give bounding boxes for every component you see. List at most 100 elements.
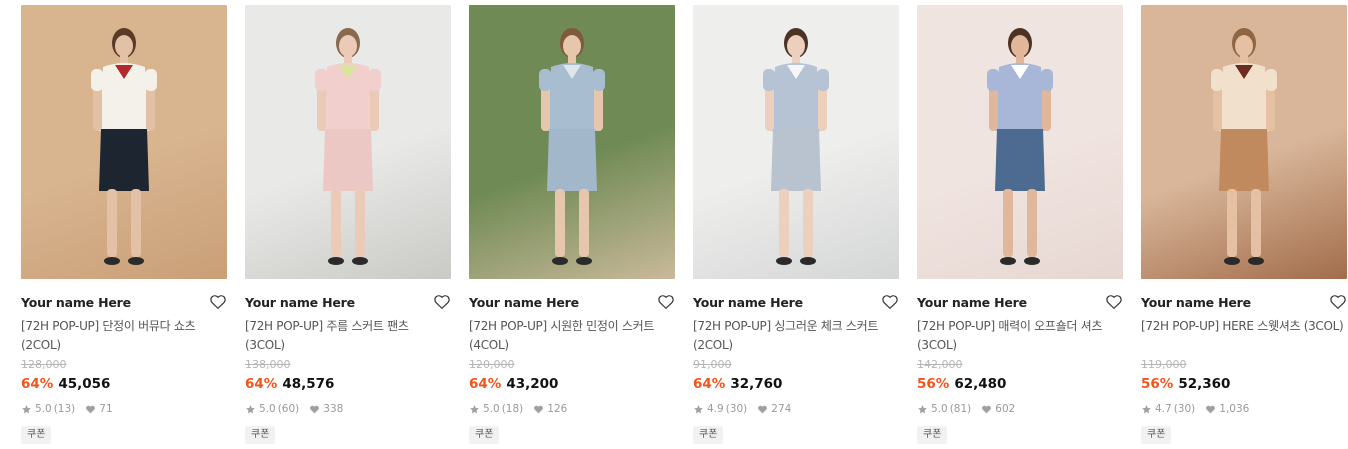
brand-name[interactable]: Your name Here	[917, 295, 1027, 310]
sale-price: 45,056	[58, 376, 111, 392]
rating-score: 4.9	[707, 403, 724, 415]
star-icon	[1142, 404, 1151, 413]
product-title[interactable]: [72H POP-UP] 시원한 민정이 스커트 (4COL)	[469, 317, 675, 355]
brand-row: Your name Here	[469, 293, 675, 313]
product-title[interactable]: [72H POP-UP] 싱그러운 체크 스커트 (2COL)	[693, 317, 899, 355]
brand-row: Your name Here	[917, 293, 1123, 313]
product-meta: 5.0 (18) 126	[469, 402, 675, 416]
review-count: (18)	[501, 403, 524, 415]
like-heart-icon	[534, 405, 544, 413]
brand-row: Your name Here	[1141, 293, 1347, 313]
discount-rate: 56%	[1141, 376, 1174, 392]
price-row: 64% 48,576	[245, 374, 451, 394]
discount-rate: 64%	[693, 376, 726, 392]
brand-row: Your name Here	[21, 293, 227, 313]
discount-rate: 64%	[469, 376, 502, 392]
product-image[interactable]	[693, 5, 899, 279]
original-price: 138,000	[245, 358, 291, 371]
model-illustration	[987, 28, 1053, 265]
product-title[interactable]: [72H POP-UP] 주름 스커트 팬츠 (3COL)	[245, 317, 451, 355]
star-icon	[246, 404, 255, 413]
price-row: 64% 45,056	[21, 374, 227, 394]
like-count: 274	[771, 403, 792, 415]
star-icon	[22, 404, 31, 413]
product-meta: 5.0 (13) 71	[21, 402, 227, 416]
like-heart-icon	[982, 405, 992, 413]
product-card[interactable]: Your name Here [72H POP-UP] 싱그러운 체크 스커트 …	[693, 5, 899, 444]
original-price: 91,000	[693, 358, 732, 371]
review-count: (30)	[725, 403, 748, 415]
review-count: (13)	[53, 403, 76, 415]
like-heart-icon	[758, 405, 768, 413]
brand-name[interactable]: Your name Here	[1141, 295, 1251, 310]
coupon-badge: 쿠폰	[917, 426, 948, 444]
product-meta: 4.7 (30) 1,036	[1141, 402, 1347, 416]
like-heart-icon	[1206, 405, 1216, 413]
rating-score: 5.0	[35, 403, 52, 415]
discount-rate: 56%	[917, 376, 950, 392]
product-card[interactable]: Your name Here [72H POP-UP] 시원한 민정이 스커트 …	[469, 5, 675, 444]
heart-icon[interactable]	[657, 293, 675, 311]
original-price: 142,000	[917, 358, 963, 371]
product-image[interactable]	[245, 5, 451, 279]
star-icon	[470, 404, 479, 413]
like-heart-icon	[86, 405, 96, 413]
product-image[interactable]	[469, 5, 675, 279]
product-grid: Your name Here [72H POP-UP] 단정이 버뮤다 쇼츠 (…	[0, 0, 1348, 449]
discount-rate: 64%	[21, 376, 54, 392]
sale-price: 32,760	[730, 376, 783, 392]
rating-score: 4.7	[1155, 403, 1172, 415]
product-title[interactable]: [72H POP-UP] 단정이 버뮤다 쇼츠 (2COL)	[21, 317, 227, 355]
model-illustration	[763, 28, 829, 265]
sale-price: 48,576	[282, 376, 335, 392]
coupon-badge: 쿠폰	[245, 426, 276, 444]
product-image[interactable]	[21, 5, 227, 279]
coupon-badge: 쿠폰	[693, 426, 724, 444]
model-illustration	[91, 28, 157, 265]
rating-score: 5.0	[259, 403, 276, 415]
heart-icon[interactable]	[1105, 293, 1123, 311]
product-card[interactable]: Your name Here [72H POP-UP] 주름 스커트 팬츠 (3…	[245, 5, 451, 444]
product-meta: 5.0 (81) 602	[917, 402, 1123, 416]
sale-price: 52,360	[1178, 376, 1231, 392]
original-price: 128,000	[21, 358, 67, 371]
star-icon	[918, 404, 927, 413]
product-image[interactable]	[1141, 5, 1347, 279]
review-count: (81)	[949, 403, 972, 415]
like-count: 338	[323, 403, 344, 415]
heart-icon[interactable]	[881, 293, 899, 311]
product-card[interactable]: Your name Here [72H POP-UP] 단정이 버뮤다 쇼츠 (…	[21, 5, 227, 444]
rating-score: 5.0	[931, 403, 948, 415]
heart-icon[interactable]	[1329, 293, 1347, 311]
review-count: (60)	[277, 403, 300, 415]
like-count: 126	[547, 403, 568, 415]
price-row: 56% 62,480	[917, 374, 1123, 394]
model-illustration	[1211, 28, 1277, 265]
product-title[interactable]: [72H POP-UP] HERE 스웻셔츠 (3COL)	[1141, 317, 1347, 355]
discount-rate: 64%	[245, 376, 278, 392]
product-meta: 4.9 (30) 274	[693, 402, 899, 416]
rating-score: 5.0	[483, 403, 500, 415]
model-illustration	[315, 28, 381, 265]
heart-icon[interactable]	[433, 293, 451, 311]
original-price: 120,000	[469, 358, 515, 371]
brand-name[interactable]: Your name Here	[469, 295, 579, 310]
coupon-badge: 쿠폰	[21, 426, 52, 444]
sale-price: 43,200	[506, 376, 559, 392]
brand-row: Your name Here	[693, 293, 899, 313]
coupon-badge: 쿠폰	[469, 426, 500, 444]
like-count: 71	[99, 403, 113, 415]
brand-row: Your name Here	[245, 293, 451, 313]
brand-name[interactable]: Your name Here	[245, 295, 355, 310]
brand-name[interactable]: Your name Here	[693, 295, 803, 310]
product-card[interactable]: Your name Here [72H POP-UP] HERE 스웻셔츠 (3…	[1141, 5, 1347, 444]
product-card[interactable]: Your name Here [72H POP-UP] 매력이 오프숄더 셔츠 …	[917, 5, 1123, 444]
star-icon	[694, 404, 703, 413]
heart-icon[interactable]	[209, 293, 227, 311]
product-title[interactable]: [72H POP-UP] 매력이 오프숄더 셔츠 (3COL)	[917, 317, 1123, 355]
product-meta: 5.0 (60) 338	[245, 402, 451, 416]
brand-name[interactable]: Your name Here	[21, 295, 131, 310]
like-count: 602	[995, 403, 1016, 415]
model-illustration	[539, 28, 605, 265]
product-image[interactable]	[917, 5, 1123, 279]
